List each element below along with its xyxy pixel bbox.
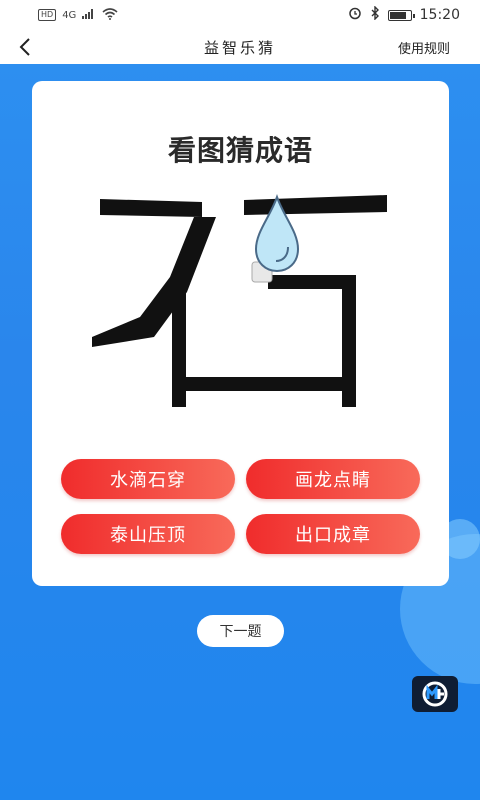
option-1-button[interactable]: 水滴石穿	[61, 459, 235, 499]
rules-link[interactable]: 使用规则	[398, 38, 450, 57]
battery-icon	[387, 9, 415, 21]
network-label: 4G	[62, 9, 77, 21]
status-left: HD 4G	[38, 7, 118, 23]
option-4-button[interactable]: 出口成章	[246, 514, 420, 554]
question-card: 看图猜成语 水滴石穿 画龙点睛 泰山压顶 出口成章	[32, 81, 449, 586]
alarm-icon	[348, 6, 362, 24]
battery-fill	[389, 11, 406, 19]
clock-time: 15:20	[419, 7, 460, 23]
option-3-button[interactable]: 泰山压顶	[61, 514, 235, 554]
option-2-button[interactable]: 画龙点睛	[246, 459, 420, 499]
game-background: 看图猜成语 水滴石穿 画龙点睛 泰山压顶 出口成章 下一题	[0, 64, 480, 800]
back-arrow-icon[interactable]	[14, 36, 36, 58]
bluetooth-icon	[370, 5, 380, 24]
status-right: 15:20	[348, 5, 460, 24]
hd-badge: HD	[38, 9, 57, 21]
wifi-icon	[102, 7, 118, 23]
status-bar: HD 4G 15:20	[0, 0, 480, 30]
nav-bar: 益智乐猜 使用规则	[0, 30, 480, 64]
app-logo-icon[interactable]	[412, 676, 458, 712]
question-title: 看图猜成语	[167, 134, 313, 167]
signal-icon	[82, 8, 96, 22]
next-question-button[interactable]: 下一题	[197, 615, 284, 647]
puzzle-image	[92, 193, 387, 407]
page-title: 益智乐猜	[203, 38, 276, 57]
